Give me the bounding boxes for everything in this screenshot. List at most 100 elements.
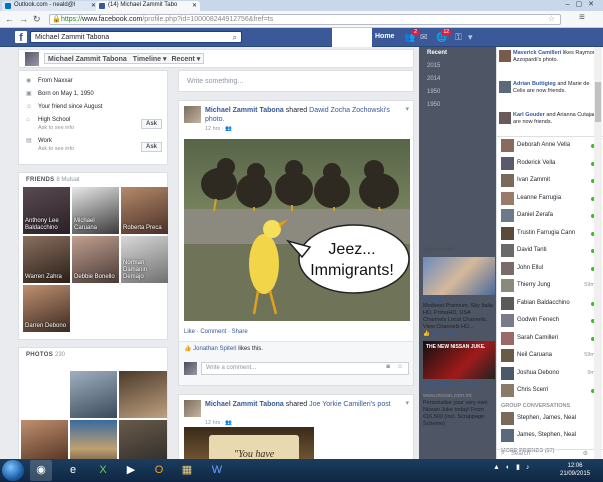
chat-contact[interactable]: Joshua Debono 9m [497, 365, 603, 383]
ticker-item[interactable]: Adrian Buttigieg and Marie de Celis are … [497, 78, 603, 109]
windows-start-icon[interactable] [2, 460, 24, 481]
year-nav-item[interactable]: 2015 [419, 60, 496, 73]
close-tab-icon[interactable]: ✕ [192, 2, 197, 9]
avatar [499, 50, 511, 62]
chrome-taskbar-icon[interactable]: ◉ [30, 460, 52, 481]
ticker-item[interactable]: Karl Gouder and Arianna Cutajar are now … [497, 109, 603, 136]
chat-settings-gear-icon[interactable]: ⚙ [583, 450, 588, 457]
ask-school-button[interactable]: Ask [140, 119, 162, 129]
shared-from-link[interactable]: Joe Yorkie Camilleri's [309, 401, 375, 408]
friend-tile[interactable]: Debbie Bonello [72, 236, 119, 283]
post-timestamp[interactable]: 12 hrs · 👥 [205, 420, 232, 426]
chat-contact[interactable]: John Ellul [497, 260, 603, 278]
post-photo[interactable]: Jeez... Immigrants! [184, 139, 410, 321]
browser-menu-icon[interactable]: ≡ [579, 12, 585, 23]
year-nav-item[interactable]: 1950 [419, 86, 496, 99]
chat-contact[interactable]: Leanne Farrugia [497, 190, 603, 208]
window-controls[interactable]: –▢✕ [566, 0, 600, 8]
chat-contact[interactable]: Roderick Vella [497, 155, 603, 173]
chevron-down-icon[interactable]: ▾ [405, 105, 409, 113]
chat-contact[interactable]: Thierry Jung 59m [497, 277, 603, 295]
photos-title[interactable]: PHOTOS 230 [23, 352, 167, 362]
ask-work-button[interactable]: Ask [140, 142, 162, 152]
avatar[interactable] [25, 52, 39, 66]
comment-input[interactable]: Write a comment... ◙ ☺ [201, 362, 409, 375]
account-menu-chevron-icon[interactable]: ▾ [468, 32, 478, 42]
avatar[interactable] [184, 106, 201, 123]
friend-tile[interactable]: Roberta Preca [121, 187, 168, 234]
chat-contact[interactable]: Daniel Zerafa [497, 207, 603, 225]
fb-search-input[interactable]: Michael Zammit Tabona ⌕ [30, 31, 242, 43]
liker-link[interactable]: Jonathan Spiteri [193, 346, 236, 352]
word-taskbar-icon[interactable]: W [206, 460, 228, 481]
post-author-link[interactable]: Michael Zammit Tabona [205, 401, 284, 408]
scrollbar-thumb[interactable] [595, 82, 601, 122]
chat-contact[interactable]: David Tanti [497, 242, 603, 260]
photo-tile[interactable] [119, 371, 167, 418]
url-host: www.facebook.com [82, 16, 143, 23]
post-author-link[interactable]: Michael Zammit Tabona [205, 107, 284, 114]
search-icon[interactable]: ⌕ [233, 32, 237, 43]
chevron-down-icon[interactable]: ▾ [405, 399, 409, 407]
system-tray[interactable]: ▲ ◐ ▮ ♪ [493, 463, 531, 471]
shared-from-link[interactable]: Dawid Zocha Zochowski's [309, 107, 390, 114]
chat-contact-name: Godwin Fenech [517, 317, 560, 323]
media-player-taskbar-icon[interactable]: ▶ [120, 460, 142, 481]
friend-requests-icon[interactable]: 👥 2 [404, 29, 419, 42]
year-nav-item[interactable]: 1950 [419, 99, 496, 112]
friend-tile[interactable]: Michael Caruana [72, 187, 119, 234]
ad-title-link[interactable]: ADD THRILL TO YOUR LIFE [423, 381, 495, 393]
chat-contact[interactable]: Ivan Zammit [497, 172, 603, 190]
address-bar[interactable]: 🔒 https://www.facebook.com/profile.php?i… [49, 14, 561, 25]
post-timestamp[interactable]: 12 hrs · 👥 [205, 126, 232, 132]
friend-tile[interactable]: Warren Zahra [23, 236, 70, 283]
excel-taskbar-icon[interactable]: X [92, 460, 114, 481]
browser-tab-facebook[interactable]: (14) Michael Zammit Tabo ✕ [96, 1, 200, 11]
facebook-logo-icon[interactable]: f [15, 31, 27, 44]
ie-taskbar-icon[interactable]: e [62, 460, 84, 481]
profile-nav-tab[interactable] [332, 28, 372, 47]
friends-title[interactable]: FRIENDS 8 Mutual [23, 177, 167, 187]
taskbar-clock[interactable]: 12:06 21/09/2015 [560, 462, 590, 478]
chat-contact[interactable]: Neil Caruana 59m [497, 347, 603, 365]
chat-contact[interactable]: Deborah Anne Vella [497, 137, 603, 155]
ad-like-page-link[interactable]: 👍 Like Page [423, 331, 495, 337]
outlook-taskbar-icon[interactable]: O [148, 460, 170, 481]
year-nav-item[interactable]: Recent [419, 47, 496, 60]
shared-object-link[interactable]: post [377, 401, 390, 408]
avatar[interactable] [184, 400, 201, 417]
chat-contact[interactable]: Fabian Baldacchino [497, 295, 603, 313]
messages-icon[interactable]: ✉ [420, 32, 430, 42]
chat-contact[interactable]: Godwin Fenech [497, 312, 603, 330]
notifications-icon[interactable]: 🌐 12 [436, 29, 451, 42]
forward-icon[interactable]: → [19, 14, 28, 24]
photo-tile[interactable] [70, 371, 117, 418]
explorer-taskbar-icon[interactable]: ▦ [176, 460, 198, 481]
chat-contact[interactable]: Trustin Farrugia Cann [497, 225, 603, 243]
reload-icon[interactable]: ↻ [33, 14, 41, 25]
browser-tab-outlook[interactable]: Outlook.com - neald@l ✕ [2, 1, 99, 11]
back-icon[interactable]: ← [5, 14, 14, 24]
group-conversation-item[interactable]: Stephen, James, Neal [497, 410, 603, 428]
privacy-shortcuts-icon[interactable]: ⚿ [455, 32, 465, 42]
ad-image[interactable] [423, 257, 495, 295]
chat-search-input[interactable]: ⌕ Search ⚙ ✎ [497, 449, 603, 459]
year-nav-item[interactable]: 2014 [419, 73, 496, 86]
ticker-item[interactable]: Maverick Camilleri likes Raymond Azzopar… [497, 47, 603, 78]
chat-contact[interactable]: Chris Scerri [497, 382, 603, 400]
page-scrollbar[interactable] [594, 47, 602, 459]
chat-contact[interactable]: Sarah Camilleri [497, 330, 603, 348]
friend-tile[interactable]: Darren Debono [23, 285, 70, 332]
emoji-icon[interactable]: ☺ [397, 364, 403, 370]
friend-tile[interactable]: Anthony Lee Baldacchino [23, 187, 70, 234]
group-conversation-item[interactable]: James, Stephen, Neal [497, 427, 603, 445]
post-actions[interactable]: Like · Comment · Share [184, 329, 248, 335]
post-composer-input[interactable]: Write something... [178, 70, 414, 92]
ad-image[interactable]: THE NEW NISSAN JUKE. [423, 341, 495, 379]
bookmark-star-icon[interactable]: ☆ [548, 14, 555, 23]
shared-object-link[interactable]: photo. [205, 116, 224, 123]
camera-icon[interactable]: ◙ [386, 364, 390, 370]
timeline-selector[interactable]: Michael Zammit Tabona Timeline ▾ Recent … [44, 53, 205, 64]
home-link[interactable]: Home [375, 33, 394, 40]
friend-tile[interactable]: Norman Damanin Demajo [121, 236, 168, 283]
